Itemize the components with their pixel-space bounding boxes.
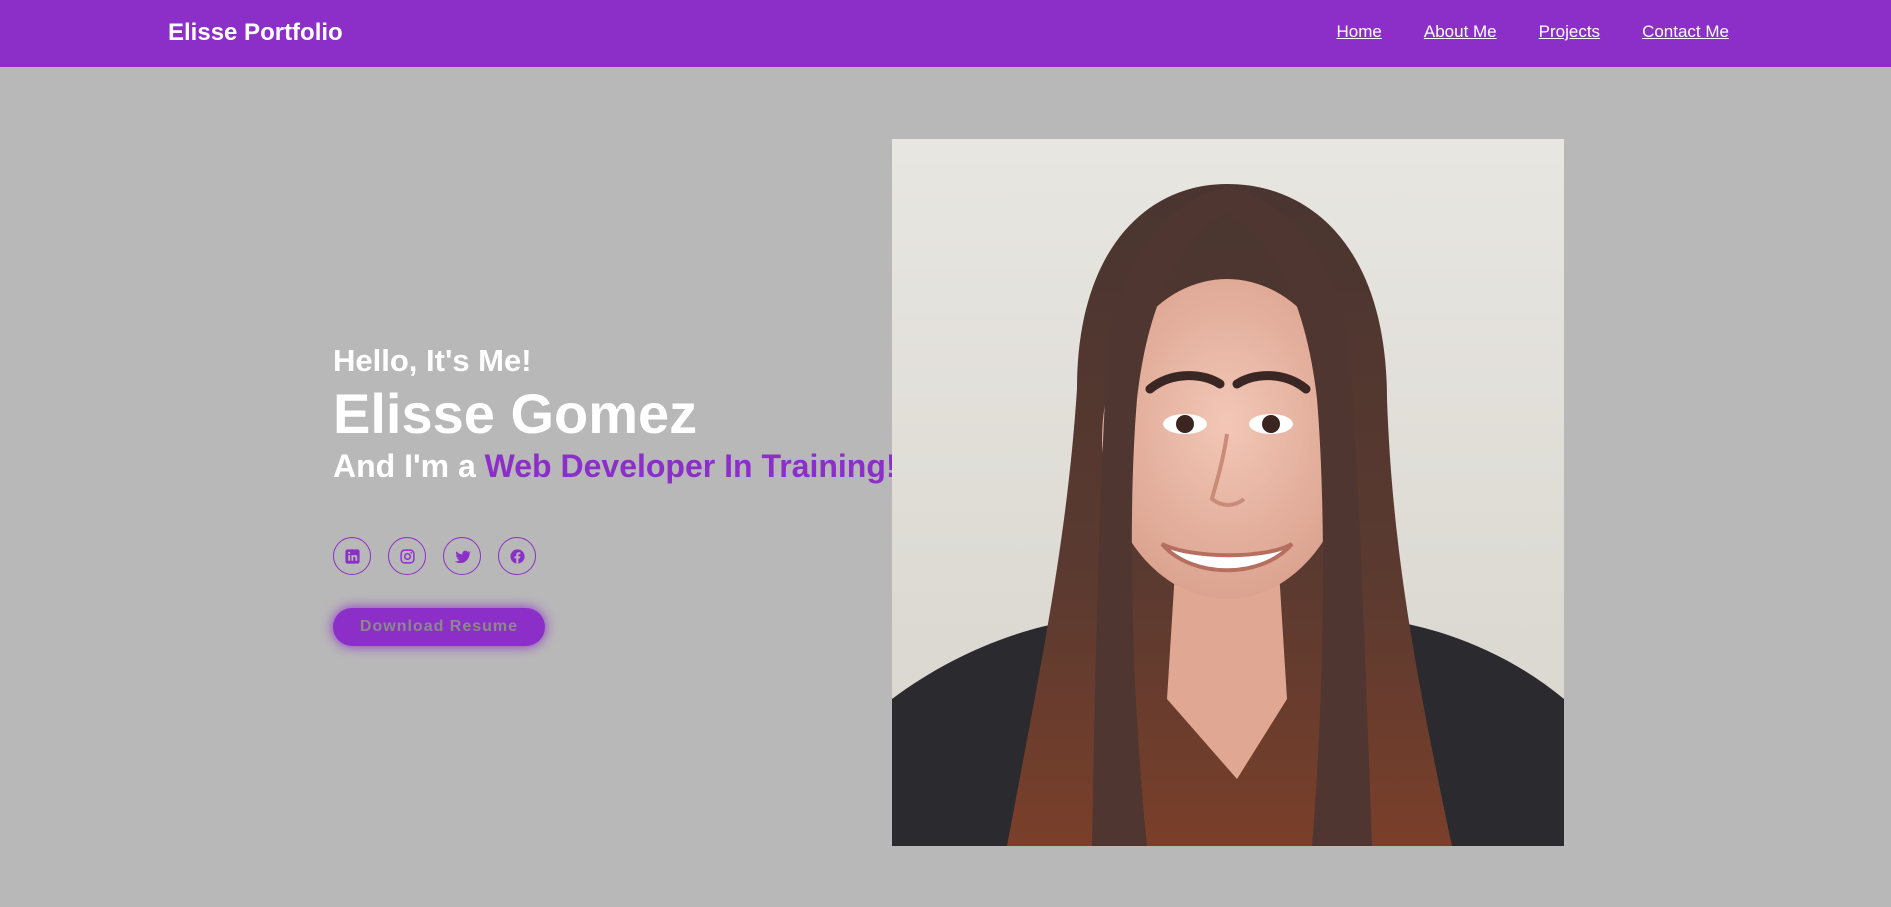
twitter-icon bbox=[454, 550, 471, 563]
nav-links: Home About Me Projects Contact Me bbox=[1337, 22, 1729, 42]
navbar: Elisse Portfolio Home About Me Projects … bbox=[0, 0, 1891, 67]
facebook-icon bbox=[509, 548, 525, 564]
linkedin-icon bbox=[344, 548, 360, 564]
profile-photo bbox=[892, 139, 1564, 846]
twitter-link[interactable] bbox=[443, 537, 481, 575]
tagline-prefix: And I'm a bbox=[333, 448, 485, 484]
social-links bbox=[333, 537, 536, 575]
nav-link-about[interactable]: About Me bbox=[1424, 22, 1497, 42]
hero-name: Elisse Gomez bbox=[333, 382, 698, 445]
instagram-icon bbox=[399, 548, 415, 564]
nav-link-projects[interactable]: Projects bbox=[1539, 22, 1600, 42]
hero-tagline: And I'm a Web Developer In Training! bbox=[333, 447, 897, 485]
linkedin-link[interactable] bbox=[333, 537, 371, 575]
instagram-link[interactable] bbox=[388, 537, 426, 575]
nav-link-home[interactable]: Home bbox=[1337, 22, 1382, 42]
facebook-link[interactable] bbox=[498, 537, 536, 575]
nav-link-contact[interactable]: Contact Me bbox=[1642, 22, 1729, 42]
hero-greeting: Hello, It's Me! bbox=[333, 343, 532, 378]
portrait-illustration bbox=[892, 184, 1564, 846]
hero-text: Hello, It's Me! Elisse Gomez And I'm a W… bbox=[333, 343, 897, 485]
download-resume-button[interactable]: Download Resume bbox=[333, 608, 545, 646]
tagline-role: Web Developer In Training! bbox=[484, 448, 897, 484]
site-logo[interactable]: Elisse Portfolio bbox=[168, 19, 343, 47]
